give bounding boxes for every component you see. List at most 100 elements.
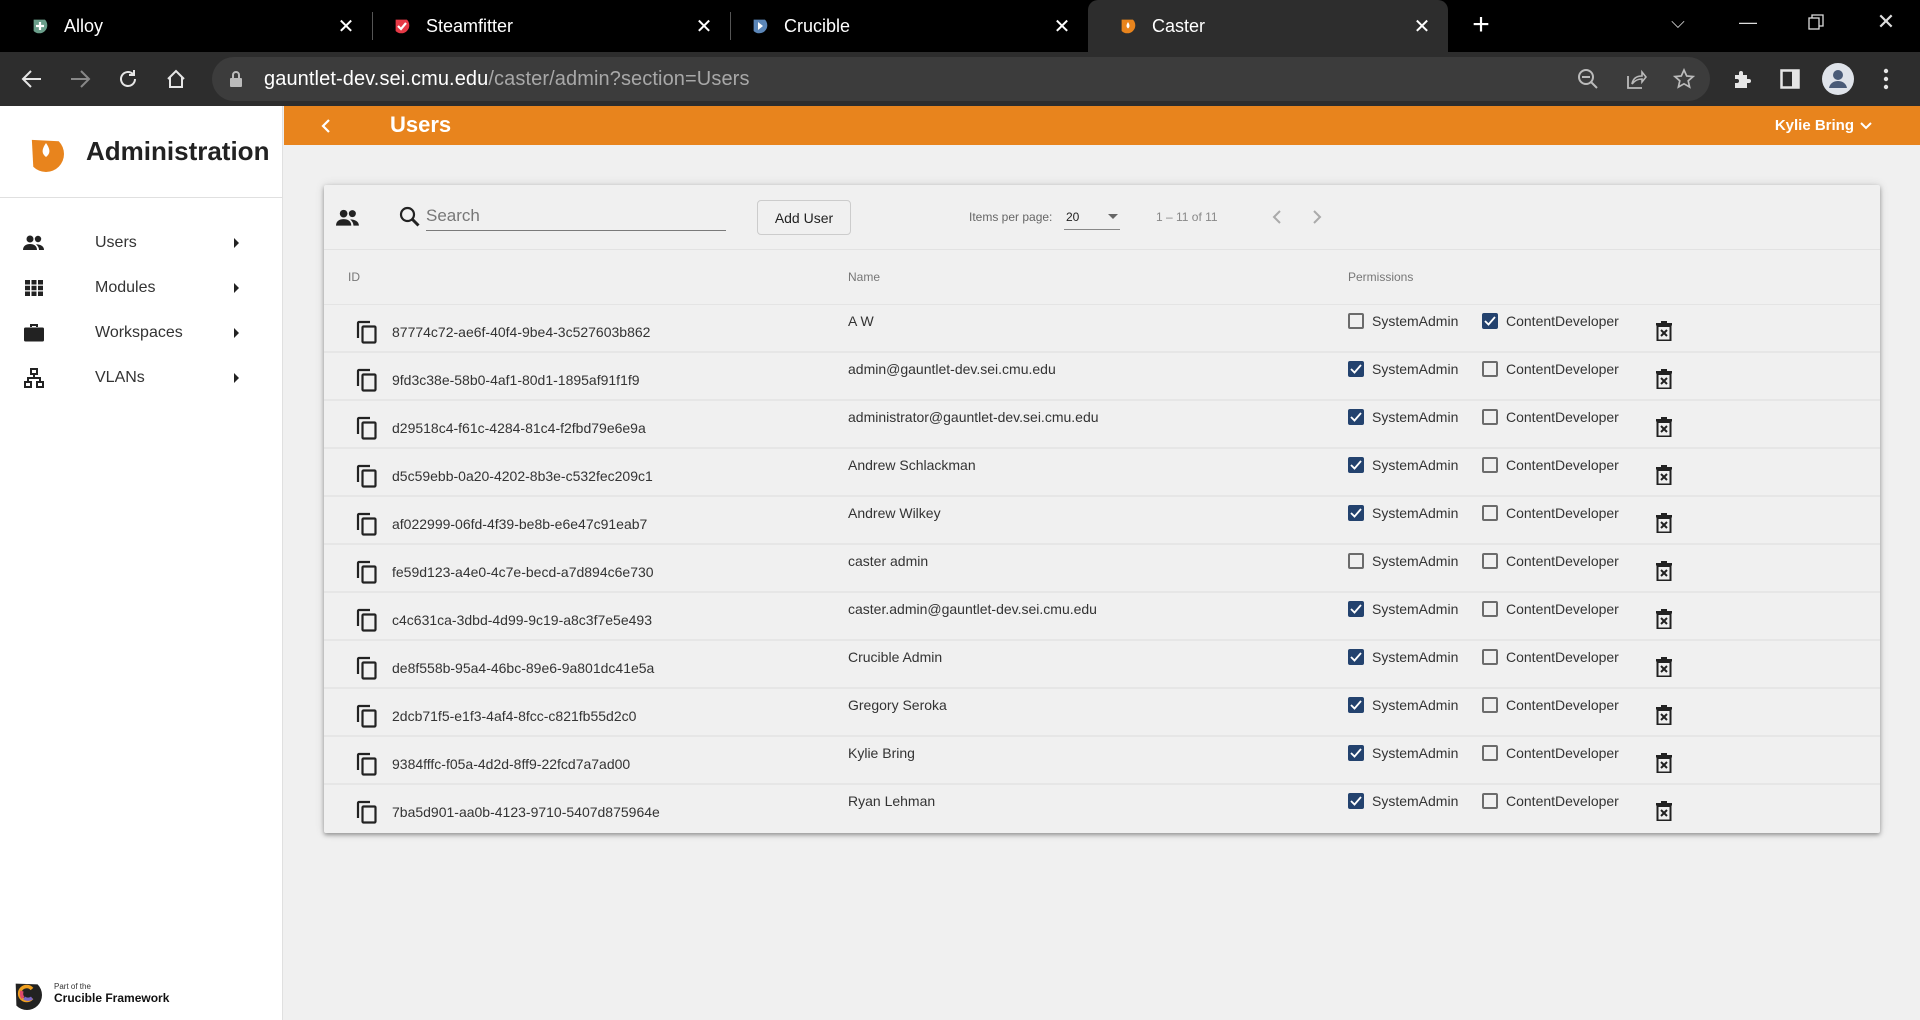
copy-icon[interactable]	[356, 560, 378, 584]
content-developer-checkbox[interactable]: ContentDeveloper	[1482, 697, 1619, 713]
checkbox-box[interactable]	[1348, 361, 1364, 377]
checkbox-box[interactable]	[1482, 697, 1498, 713]
sidebar-item-modules[interactable]: Modules	[0, 265, 282, 310]
checkbox-box[interactable]	[1482, 505, 1498, 521]
profile-avatar-icon[interactable]	[1822, 63, 1854, 95]
system-admin-checkbox[interactable]: SystemAdmin	[1348, 457, 1458, 473]
next-page-button[interactable]	[1303, 203, 1331, 231]
content-developer-checkbox[interactable]: ContentDeveloper	[1482, 745, 1619, 761]
copy-icon[interactable]	[356, 752, 378, 776]
search-input[interactable]	[426, 201, 726, 231]
checkbox-box[interactable]	[1348, 409, 1364, 425]
sidebar-item-workspaces[interactable]: Workspaces	[0, 310, 282, 355]
delete-user-icon[interactable]	[1656, 513, 1672, 533]
system-admin-checkbox[interactable]: SystemAdmin	[1348, 697, 1458, 713]
checkbox-box[interactable]	[1482, 745, 1498, 761]
copy-icon[interactable]	[356, 416, 378, 440]
close-tab-icon[interactable]: ✕	[692, 14, 716, 38]
content-developer-checkbox[interactable]: ContentDeveloper	[1482, 793, 1619, 809]
address-bar[interactable]: gauntlet-dev.sei.cmu.edu/caster/admin?se…	[212, 57, 1710, 101]
system-admin-checkbox[interactable]: SystemAdmin	[1348, 505, 1458, 521]
copy-icon[interactable]	[356, 464, 378, 488]
checkbox-box[interactable]	[1348, 793, 1364, 809]
copy-icon[interactable]	[356, 368, 378, 392]
delete-user-icon[interactable]	[1656, 561, 1672, 581]
zoom-out-icon[interactable]	[1574, 65, 1602, 93]
delete-user-icon[interactable]	[1656, 801, 1672, 821]
content-developer-checkbox[interactable]: ContentDeveloper	[1482, 601, 1619, 617]
checkbox-box[interactable]	[1482, 409, 1498, 425]
checkbox-box[interactable]	[1482, 601, 1498, 617]
browser-tab-steamfitter[interactable]: Steamfitter ✕	[362, 0, 730, 52]
system-admin-checkbox[interactable]: SystemAdmin	[1348, 313, 1458, 329]
sidebar-item-users[interactable]: Users	[0, 220, 282, 265]
extensions-puzzle-icon[interactable]	[1726, 63, 1758, 95]
bookmark-star-icon[interactable]	[1670, 65, 1698, 93]
column-header-id[interactable]: ID	[348, 270, 360, 284]
copy-icon[interactable]	[356, 800, 378, 824]
delete-user-icon[interactable]	[1656, 417, 1672, 437]
content-developer-checkbox[interactable]: ContentDeveloper	[1482, 505, 1619, 521]
minimize-button[interactable]: —	[1724, 0, 1772, 44]
checkbox-box[interactable]	[1482, 649, 1498, 665]
delete-user-icon[interactable]	[1656, 369, 1672, 389]
previous-page-button[interactable]	[1263, 203, 1291, 231]
content-developer-checkbox[interactable]: ContentDeveloper	[1482, 649, 1619, 665]
close-window-button[interactable]: ✕	[1862, 0, 1910, 44]
close-tab-icon[interactable]: ✕	[1050, 14, 1074, 38]
browser-tab-crucible[interactable]: Crucible ✕	[720, 0, 1088, 52]
home-button[interactable]	[158, 61, 194, 97]
checkbox-box[interactable]	[1348, 649, 1364, 665]
checkbox-box[interactable]	[1348, 313, 1364, 329]
checkbox-box[interactable]	[1348, 505, 1364, 521]
content-developer-checkbox[interactable]: ContentDeveloper	[1482, 361, 1619, 377]
collapse-sidebar-button[interactable]	[314, 114, 338, 138]
checkbox-box[interactable]	[1348, 745, 1364, 761]
restore-button[interactable]	[1792, 0, 1840, 44]
checkbox-box[interactable]	[1348, 601, 1364, 617]
close-tab-icon[interactable]: ✕	[1410, 14, 1434, 38]
delete-user-icon[interactable]	[1656, 609, 1672, 629]
checkbox-box[interactable]	[1482, 457, 1498, 473]
user-menu-button[interactable]: Kylie Bring	[1775, 117, 1872, 134]
copy-icon[interactable]	[356, 608, 378, 632]
checkbox-box[interactable]	[1348, 697, 1364, 713]
delete-user-icon[interactable]	[1656, 753, 1672, 773]
sidebar-item-vlans[interactable]: VLANs	[0, 355, 282, 400]
delete-user-icon[interactable]	[1656, 657, 1672, 677]
content-developer-checkbox[interactable]: ContentDeveloper	[1482, 457, 1619, 473]
browser-tab-caster[interactable]: Caster ✕	[1088, 0, 1448, 52]
system-admin-checkbox[interactable]: SystemAdmin	[1348, 601, 1458, 617]
close-tab-icon[interactable]: ✕	[334, 14, 358, 38]
delete-user-icon[interactable]	[1656, 705, 1672, 725]
system-admin-checkbox[interactable]: SystemAdmin	[1348, 361, 1458, 377]
share-icon[interactable]	[1622, 65, 1650, 93]
side-panel-icon[interactable]	[1774, 63, 1806, 95]
items-per-page-select[interactable]: 20	[1064, 204, 1120, 230]
column-header-name[interactable]: Name	[848, 270, 880, 284]
checkbox-box[interactable]	[1482, 553, 1498, 569]
content-developer-checkbox[interactable]: ContentDeveloper	[1482, 409, 1619, 425]
checkbox-box[interactable]	[1482, 793, 1498, 809]
browser-tab-alloy[interactable]: Alloy ✕	[0, 0, 372, 52]
browser-menu-icon[interactable]	[1870, 63, 1902, 95]
delete-user-icon[interactable]	[1656, 465, 1672, 485]
content-developer-checkbox[interactable]: ContentDeveloper	[1482, 553, 1619, 569]
add-user-button[interactable]: Add User	[757, 200, 851, 235]
checkbox-box[interactable]	[1482, 313, 1498, 329]
system-admin-checkbox[interactable]: SystemAdmin	[1348, 745, 1458, 761]
checkbox-box[interactable]	[1348, 457, 1364, 473]
delete-user-icon[interactable]	[1656, 321, 1672, 341]
system-admin-checkbox[interactable]: SystemAdmin	[1348, 649, 1458, 665]
system-admin-checkbox[interactable]: SystemAdmin	[1348, 553, 1458, 569]
copy-icon[interactable]	[356, 656, 378, 680]
reload-button[interactable]	[110, 61, 146, 97]
copy-icon[interactable]	[356, 320, 378, 344]
content-developer-checkbox[interactable]: ContentDeveloper	[1482, 313, 1619, 329]
copy-icon[interactable]	[356, 512, 378, 536]
checkbox-box[interactable]	[1348, 553, 1364, 569]
system-admin-checkbox[interactable]: SystemAdmin	[1348, 409, 1458, 425]
system-admin-checkbox[interactable]: SystemAdmin	[1348, 793, 1458, 809]
new-tab-button[interactable]: +	[1466, 10, 1496, 41]
copy-icon[interactable]	[356, 704, 378, 728]
